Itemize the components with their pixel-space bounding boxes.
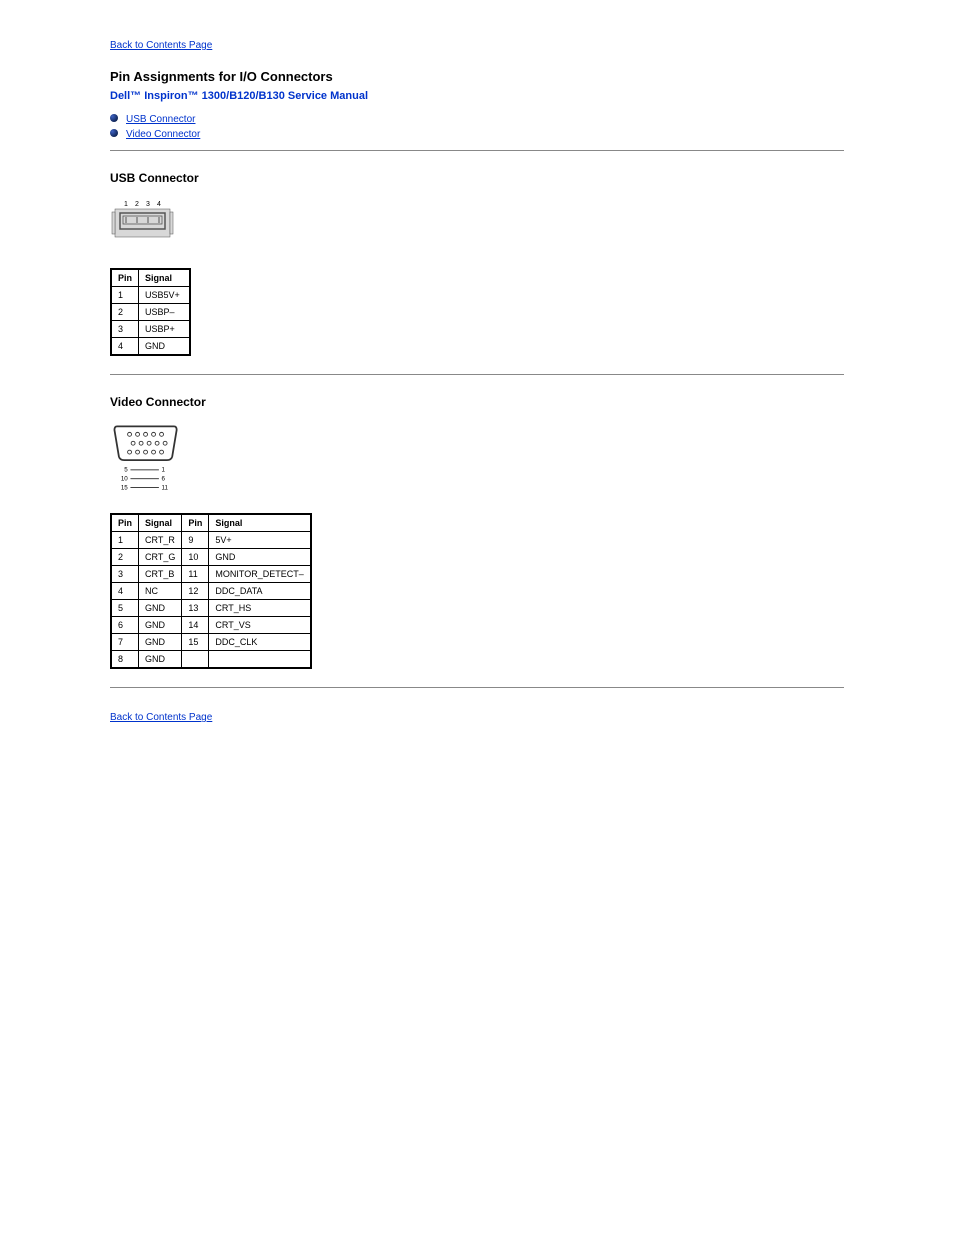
table-row: 1 CRT_R 9 5V+ (111, 532, 311, 549)
table-row: 1 USB5V+ (111, 287, 190, 304)
video-section-heading: Video Connector (110, 395, 844, 409)
svg-text:3: 3 (146, 201, 150, 208)
video-th-pin-1: Pin (111, 514, 139, 532)
usb-section-heading: USB Connector (110, 171, 844, 185)
svg-text:2: 2 (135, 201, 139, 208)
video-th-signal-2: Signal (209, 514, 311, 532)
table-row: 4 NC 12 DDC_DATA (111, 583, 311, 600)
usb-th-pin: Pin (111, 269, 139, 287)
back-to-contents-link-bottom[interactable]: Back to Contents Page (110, 712, 212, 723)
table-row: 5 GND 13 CRT_HS (111, 600, 311, 617)
svg-text:1: 1 (162, 467, 166, 474)
table-row: 2 CRT_G 10 GND (111, 549, 311, 566)
svg-text:11: 11 (162, 484, 169, 491)
video-th-pin-2: Pin (182, 514, 209, 532)
svg-text:1: 1 (124, 201, 128, 208)
table-row: 4 GND (111, 338, 190, 356)
svg-text:15: 15 (121, 484, 128, 491)
table-row: 7 GND 15 DDC_CLK (111, 634, 311, 651)
usb-th-signal: Signal (139, 269, 191, 287)
table-row: 3 USBP+ (111, 321, 190, 338)
divider (110, 687, 844, 688)
svg-text:5: 5 (124, 467, 128, 474)
svg-text:6: 6 (162, 476, 166, 483)
video-th-signal-1: Signal (139, 514, 182, 532)
usb-connector-diagram: 1 2 3 4 (110, 197, 844, 250)
usb-connector-link[interactable]: USB Connector (126, 114, 195, 125)
svg-text:4: 4 (157, 201, 161, 208)
divider (110, 374, 844, 375)
table-row: 2 USBP– (111, 304, 190, 321)
video-pinout-table: Pin Signal Pin Signal 1 CRT_R 9 5V+ 2 CR… (110, 513, 312, 669)
page-subtitle: Dell™ Inspiron™ 1300/B120/B130 Service M… (110, 90, 844, 102)
table-row: 6 GND 14 CRT_VS (111, 617, 311, 634)
svg-text:10: 10 (121, 476, 128, 483)
divider (110, 150, 844, 151)
back-to-contents-link-top[interactable]: Back to Contents Page (110, 40, 212, 51)
page-title: Pin Assignments for I/O Connectors (110, 69, 844, 84)
usb-pinout-table: Pin Signal 1 USB5V+ 2 USBP– 3 USBP+ 4 GN… (110, 268, 191, 356)
table-row: 8 GND (111, 651, 311, 669)
table-row: 3 CRT_B 11 MONITOR_DETECT– (111, 566, 311, 583)
video-connector-link[interactable]: Video Connector (126, 129, 200, 140)
section-links-list: USB Connector Video Connector (110, 112, 844, 142)
video-connector-diagram: 5 1 10 6 15 11 (110, 421, 844, 495)
